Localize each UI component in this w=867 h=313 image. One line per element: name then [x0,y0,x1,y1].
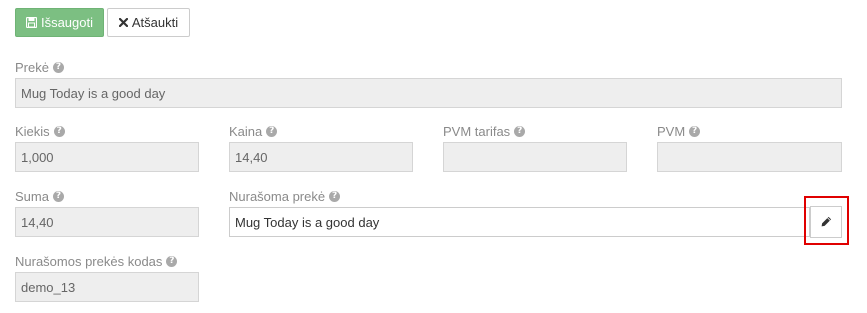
written-off-product-label: Nurašoma prekė ? [229,189,341,204]
vat-rate-label-text: PVM tarifas [443,124,511,139]
help-icon[interactable]: ? [266,126,278,137]
price-label-text: Kaina [229,124,263,139]
save-button[interactable]: Išsaugoti [15,8,104,37]
product-field: Mug Today is a good day [15,78,842,108]
save-button-label: Išsaugoti [40,15,94,30]
help-icon[interactable]: ? [53,126,65,137]
vat-label: PVM ? [657,124,701,139]
cancel-button-label: Atšaukti [131,15,179,30]
quantity-field: 1,000 [15,142,199,172]
help-icon[interactable]: ? [514,126,526,137]
sum-field: 14,40 [15,207,199,237]
edit-written-off-product-button[interactable] [810,206,842,238]
help-icon[interactable]: ? [52,62,64,73]
close-icon [118,18,128,27]
floppy-disk-icon [25,17,37,28]
price-field: 14,40 [229,142,413,172]
product-label-text: Prekė [15,60,49,75]
sum-label-text: Suma [15,189,49,204]
help-icon[interactable]: ? [689,126,701,137]
vat-label-text: PVM [657,124,686,139]
written-off-product-code-field: demo_13 [15,272,199,302]
written-off-product-code-label-text: Nurašomos prekės kodas [15,254,163,269]
help-icon[interactable]: ? [166,256,178,267]
vat-field [657,142,842,172]
quantity-label: Kiekis ? [15,124,65,139]
sum-label: Suma ? [15,189,64,204]
price-label: Kaina ? [229,124,278,139]
cancel-button[interactable]: Atšaukti [107,8,190,37]
pencil-icon [821,215,832,230]
written-off-product-code-label: Nurašomos prekės kodas ? [15,254,178,269]
vat-rate-field [443,142,627,172]
quantity-label-text: Kiekis [15,124,50,139]
written-off-product-field[interactable]: Mug Today is a good day [229,207,810,237]
help-icon[interactable]: ? [52,191,64,202]
product-label: Prekė ? [15,60,64,75]
written-off-product-label-text: Nurašoma prekė [229,189,326,204]
help-icon[interactable]: ? [329,191,341,202]
vat-rate-label: PVM tarifas ? [443,124,526,139]
